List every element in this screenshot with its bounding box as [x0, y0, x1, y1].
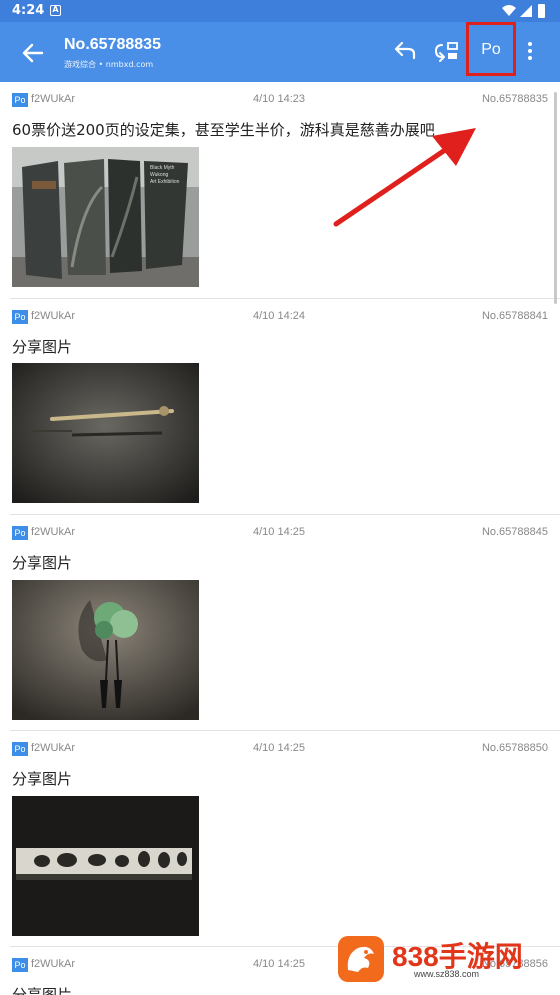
post-content: 分享图片: [12, 986, 73, 995]
dragon-logo-icon: [338, 936, 384, 982]
po-badge: Po: [12, 310, 28, 324]
post-number[interactable]: No.65788835: [482, 93, 548, 105]
status-time: 4:24: [12, 3, 45, 18]
post-time: 4/10 14:25: [253, 958, 305, 970]
thread-title: No.65788835: [64, 36, 161, 53]
post-content: 分享图片: [12, 770, 73, 788]
exhibit-title-line1: Black Myth: [150, 165, 175, 171]
post-meta: Po f2WUkAr 4/10 14:25 No.65788850: [12, 741, 552, 757]
po-only-button[interactable]: Po: [466, 22, 516, 76]
post-meta: Po f2WUkAr 4/10 14:24 No.65788841: [12, 309, 552, 325]
app-bar: No.65788835 游戏综合 • nmbxd.com Po: [0, 22, 560, 82]
exhibit-title-line3: Art Exhibition: [150, 179, 180, 185]
notification-icon: A: [50, 5, 61, 16]
po-badge: Po: [12, 742, 28, 756]
post-content: 分享图片: [12, 554, 73, 572]
watermark-url: www.sz838.com: [414, 969, 480, 979]
back-arrow-icon[interactable]: [20, 40, 46, 66]
annotation-arrow-icon: [333, 128, 476, 227]
post-time: 4/10 14:25: [253, 742, 305, 754]
wifi-icon: [502, 5, 516, 16]
post-number[interactable]: No.65788841: [482, 310, 548, 322]
battery-icon: [538, 4, 545, 18]
post-item[interactable]: Po f2WUkAr 4/10 14:24 No.65788841 分享图片: [0, 299, 560, 515]
post-image[interactable]: [12, 580, 199, 720]
post-time: 4/10 14:24: [253, 310, 305, 322]
post-uid[interactable]: f2WUkAr: [31, 310, 75, 322]
swap-layout-icon[interactable]: [432, 38, 462, 66]
post-item[interactable]: Po f2WUkAr 4/10 14:25 No.65788850 分享图片: [0, 731, 560, 947]
more-options-icon[interactable]: [522, 40, 538, 64]
po-badge: Po: [12, 93, 28, 107]
post-time: 4/10 14:23: [253, 93, 305, 105]
post-uid[interactable]: f2WUkAr: [31, 742, 75, 754]
post-image[interactable]: [12, 796, 199, 936]
po-badge: Po: [12, 958, 28, 972]
post-uid[interactable]: f2WUkAr: [31, 526, 75, 538]
post-image[interactable]: Black Myth Wukong Art Exhibition: [12, 147, 199, 287]
po-badge: Po: [12, 526, 28, 540]
exhibit-title-line2: Wukong: [150, 172, 168, 178]
post-number[interactable]: No.65788850: [482, 742, 548, 754]
post-image[interactable]: [12, 363, 199, 503]
post-uid[interactable]: f2WUkAr: [31, 93, 75, 105]
post-uid[interactable]: f2WUkAr: [31, 958, 75, 970]
post-content: 分享图片: [12, 338, 73, 356]
post-item[interactable]: Po f2WUkAr 4/10 14:25 No.65788845 分享图片: [0, 515, 560, 731]
status-icons: [502, 4, 545, 18]
post-meta: Po f2WUkAr 4/10 14:23 No.65788835: [12, 92, 552, 108]
post-number[interactable]: No.65788845: [482, 526, 548, 538]
post-meta: Po f2WUkAr 4/10 14:25 No.65788845: [12, 525, 552, 541]
reply-icon[interactable]: [390, 38, 420, 66]
status-bar: 4:24 A: [0, 0, 560, 22]
post-time: 4/10 14:25: [253, 526, 305, 538]
scrollbar[interactable]: [554, 92, 557, 304]
signal-icon: [520, 5, 532, 17]
watermark: 838手游网 www.sz838.com: [338, 934, 538, 984]
thread-subtitle: 游戏综合 • nmbxd.com: [64, 60, 154, 69]
